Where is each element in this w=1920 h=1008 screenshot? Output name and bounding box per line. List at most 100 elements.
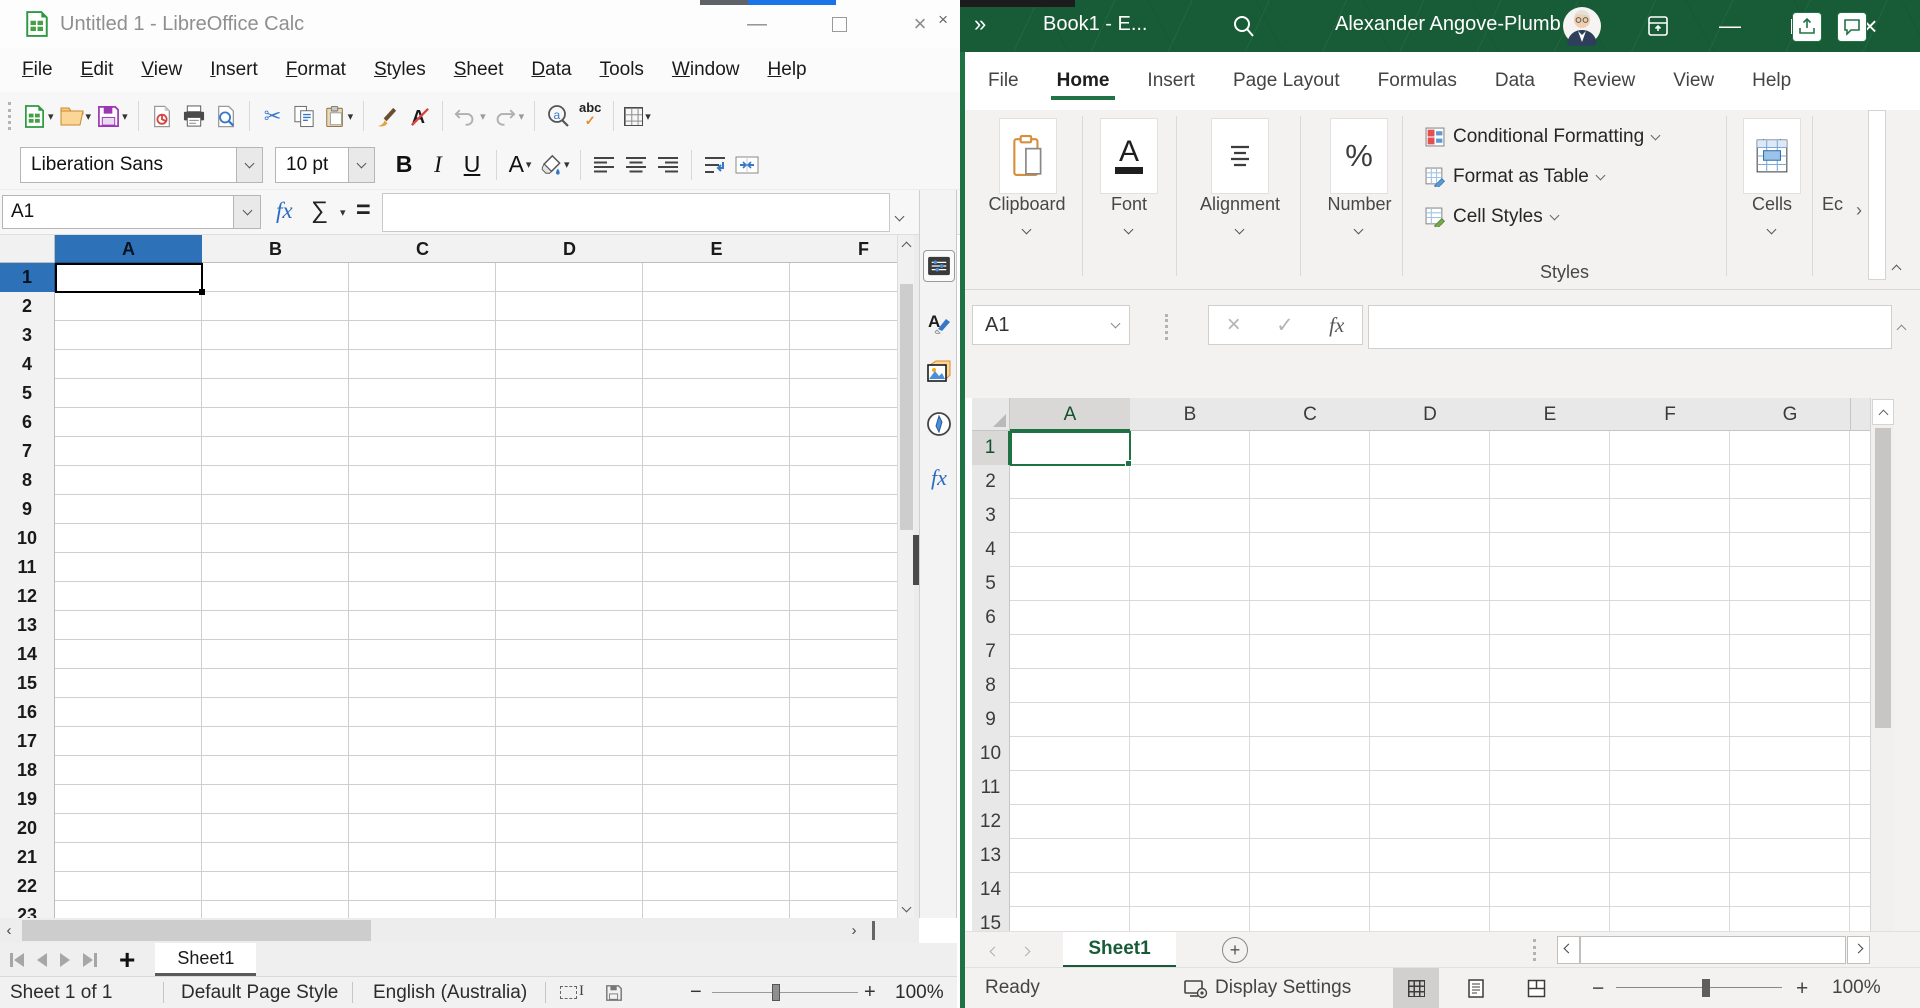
scroll-right-arrow[interactable]: › [845, 918, 863, 943]
lo-row-header-4[interactable]: 4 [0, 350, 55, 380]
new-document-button[interactable]: ▾ [20, 96, 57, 136]
xl-column-header-D[interactable]: D [1370, 398, 1491, 431]
xl-row-header-8[interactable]: 8 [972, 669, 1010, 704]
bold-button[interactable]: B [387, 151, 421, 178]
spelling-button[interactable]: abc✓ [574, 96, 606, 136]
font-size-dropdown-button[interactable] [349, 147, 375, 183]
xl-row-header-3[interactable]: 3 [972, 499, 1010, 534]
lo-row-header-10[interactable]: 10 [0, 524, 55, 554]
language-status[interactable]: English (Australia) [373, 982, 527, 1004]
xl-tab-view[interactable]: View [1671, 56, 1716, 106]
xl-formula-input[interactable] [1368, 305, 1892, 349]
xl-column-header-C[interactable]: C [1250, 398, 1371, 431]
lo-menu-format[interactable]: Format [272, 54, 360, 86]
search-icon[interactable] [1232, 14, 1256, 43]
xl-spreadsheet-grid[interactable]: ABCDEFG123456789101112131415 [960, 398, 1870, 931]
lo-column-header-F[interactable]: F [790, 235, 897, 263]
paste-big-button[interactable] [999, 118, 1057, 194]
xl-fill-handle[interactable] [1125, 460, 1132, 467]
highlight-dropdown-arrow[interactable]: ▾ [564, 158, 570, 171]
font-color-dropdown-arrow[interactable]: ▾ [526, 158, 532, 171]
sidebar-navigator-icon[interactable] [923, 408, 955, 440]
add-sheet-button[interactable]: + [119, 946, 135, 974]
new-sheet-button[interactable]: + [1222, 937, 1248, 963]
cut-button[interactable]: ✂ [257, 96, 289, 136]
sidebar-functions-icon[interactable]: fx [923, 462, 955, 494]
font-size-combobox[interactable]: 10 pt [275, 147, 375, 183]
previous-sheet-button[interactable] [991, 942, 998, 959]
expand-formula-bar-arrow[interactable] [896, 207, 903, 225]
font-group-chevron[interactable] [1125, 220, 1132, 238]
xl-tab-insert[interactable]: Insert [1145, 56, 1197, 106]
cancel-button[interactable]: × [1227, 311, 1241, 339]
lo-row-header-12[interactable]: 12 [0, 582, 55, 612]
xl-select-all-corner[interactable] [972, 398, 1010, 431]
xl-tab-page-layout[interactable]: Page Layout [1231, 56, 1342, 106]
lo-menu-tools[interactable]: Tools [586, 54, 658, 86]
account-avatar[interactable] [1562, 6, 1602, 51]
font-name-value[interactable]: Liberation Sans [20, 147, 237, 183]
formula-bar-grip[interactable] [1165, 314, 1168, 340]
toolbar-grip[interactable] [8, 102, 11, 130]
undo-dropdown-arrow[interactable]: ▾ [480, 110, 486, 123]
new-dropdown-arrow[interactable]: ▾ [48, 110, 54, 123]
lo-menu-edit[interactable]: Edit [67, 54, 128, 86]
align-center-button[interactable] [620, 145, 652, 185]
collapse-formula-bar-chevron[interactable] [1898, 320, 1905, 338]
xl-vscroll-thumb[interactable] [1875, 428, 1891, 728]
scroll-up-arrow[interactable] [898, 235, 915, 253]
lo-row-header-11[interactable]: 11 [0, 553, 55, 583]
redo-dropdown-arrow[interactable]: ▾ [519, 110, 525, 123]
display-settings-label[interactable]: Display Settings [1215, 977, 1351, 999]
cells-group-chevron[interactable] [1768, 220, 1775, 238]
sidebar-styles-icon[interactable]: A [923, 306, 955, 338]
lo-column-header-C[interactable]: C [349, 235, 497, 263]
next-sheet-button[interactable] [1022, 942, 1029, 959]
lo-row-header-2[interactable]: 2 [0, 292, 55, 322]
lo-spreadsheet-grid[interactable]: ABCDEF1234567891011121314151617181920212… [0, 235, 897, 918]
zoom-level-value[interactable]: 100% [1832, 977, 1881, 999]
lo-input-line[interactable] [382, 193, 890, 232]
borders-button[interactable]: ▾ [621, 96, 654, 136]
xl-selected-cell-A1[interactable] [1010, 431, 1131, 466]
highlight-color-button[interactable]: ▾ [536, 145, 573, 185]
lo-row-header-15[interactable]: 15 [0, 669, 55, 699]
lo-row-header-22[interactable]: 22 [0, 872, 55, 902]
align-right-button[interactable] [652, 145, 684, 185]
quick-access-overflow-button[interactable]: » [974, 11, 987, 37]
lo-row-header-23[interactable]: 23 [0, 901, 55, 918]
lo-row-header-17[interactable]: 17 [0, 727, 55, 757]
first-sheet-button[interactable] [10, 953, 24, 967]
comments-button[interactable] [1837, 12, 1867, 42]
cells-big-button[interactable] [1743, 118, 1801, 194]
underline-button[interactable]: U [455, 151, 489, 178]
paste-button[interactable]: ▾ [321, 96, 357, 136]
previous-sheet-button[interactable] [37, 953, 47, 967]
lo-vscroll-thumb[interactable] [900, 284, 913, 530]
account-name[interactable]: Alexander Angove-Plumb [1335, 13, 1561, 36]
clear-formatting-button[interactable]: A [403, 96, 435, 136]
lo-row-header-1[interactable]: 1 [0, 263, 55, 293]
zoom-level-value[interactable]: 100% [895, 982, 944, 1004]
format-as-table-button[interactable]: Format as Table [1425, 166, 1604, 188]
font-color-button[interactable]: A▾ [504, 145, 536, 185]
sum-icon[interactable]: ∑ [311, 197, 328, 225]
zoom-slider-thumb[interactable] [1702, 979, 1710, 997]
selection-mode-icon[interactable] [560, 986, 577, 999]
xl-titlebar[interactable]: » Book1 - E... Alexander Angove-Plumb — … [960, 0, 1920, 52]
save-dropdown-arrow[interactable]: ▾ [122, 110, 128, 123]
open-button[interactable]: ▾ [57, 96, 95, 136]
lo-column-header-E[interactable]: E [643, 235, 791, 263]
xl-row-header-12[interactable]: 12 [972, 805, 1010, 840]
font-big-button[interactable]: A [1100, 118, 1158, 194]
lo-name-box[interactable]: A1 [2, 195, 234, 229]
lo-name-box-dropdown[interactable] [234, 195, 261, 229]
cell-styles-button[interactable]: Cell Styles [1425, 206, 1558, 228]
page-layout-view-button[interactable] [1453, 968, 1499, 1008]
redo-button[interactable]: ▾ [489, 96, 528, 136]
xl-name-box-value[interactable]: A1 [985, 314, 1009, 337]
number-big-button[interactable]: % [1330, 118, 1388, 194]
xl-row-header-7[interactable]: 7 [972, 635, 1010, 670]
enter-button[interactable]: ✓ [1276, 313, 1294, 338]
lo-menu-file[interactable]: File [8, 54, 67, 86]
